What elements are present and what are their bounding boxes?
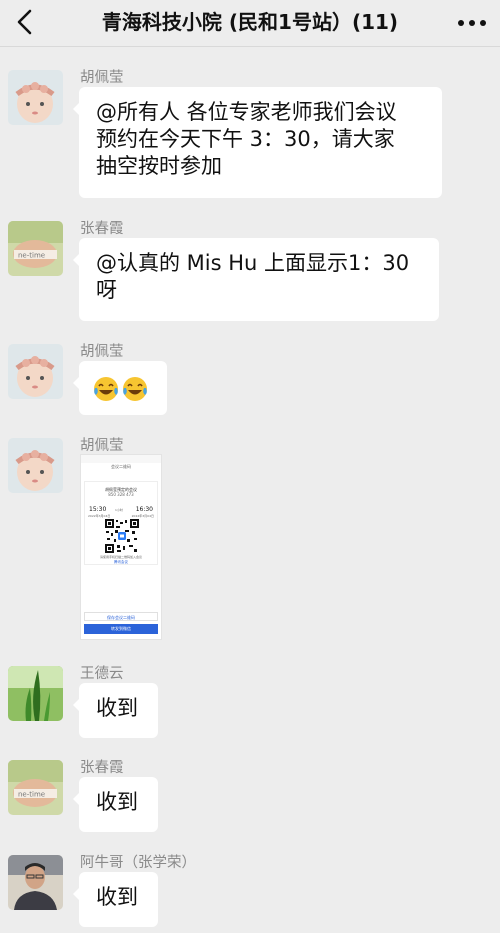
message-line: 收到 [96, 790, 138, 814]
avatar[interactable] [8, 855, 63, 910]
save-qr-button: 保存会议二维码 [84, 612, 158, 621]
qr-code-icon [105, 519, 139, 553]
image-message[interactable]: 会议二维码 胡佩莹预定的会议 850 328 473 15:30 16:30 1… [80, 454, 162, 640]
message-line: 抽空按时参加 [96, 154, 222, 178]
message-line: 收到 [96, 885, 138, 909]
sender-name: 胡佩莹 [80, 70, 124, 86]
chat-title: 青海科技小院 (民和1号站）(11) [101, 10, 399, 34]
message-line: @认真的 Mis Hu 上面显示1：30 [96, 251, 410, 275]
meeting-id: 850 328 473 [108, 492, 134, 497]
status-bar [81, 455, 161, 463]
duration: 1小时 [115, 508, 123, 512]
sender-name: 胡佩莹 [80, 438, 124, 454]
avatar[interactable]: ne-time [8, 221, 63, 276]
meeting-card: 胡佩莹预定的会议 850 328 473 15:30 16:30 1小时 202… [84, 481, 158, 565]
avatar[interactable] [8, 344, 63, 399]
end-time: 16:30 [135, 506, 153, 513]
avatar[interactable]: ne-time [8, 760, 63, 815]
text-bubble[interactable]: @认真的 Mis Hu 上面显示1：30 呀 [73, 238, 439, 321]
message-line: 预约在今天下午 3：30，请大家 [96, 127, 395, 151]
sender-name: 张春霞 [80, 760, 124, 776]
screenshot-title: 会议二维码 [111, 464, 131, 469]
start-time: 15:30 [89, 506, 107, 513]
sender-name: 王德云 [80, 666, 124, 682]
text-bubble[interactable]: 收到 [73, 683, 158, 738]
laughing-crying-face-icon [94, 377, 118, 401]
back-button[interactable] [8, 4, 42, 40]
text-bubble[interactable]: 收到 [73, 777, 158, 832]
chat-header: 青海科技小院 (民和1号站）(11) [0, 0, 500, 47]
chevron-left-icon [17, 9, 32, 35]
sender-name: 阿牛哥（张学荣） [80, 855, 196, 871]
laughing-crying-face-icon [123, 377, 147, 401]
message-line: 呀 [96, 278, 117, 302]
svg-text:ne-time: ne-time [18, 791, 45, 799]
message-line: 收到 [96, 696, 138, 720]
text-bubble[interactable]: @所有人 各位专家老师我们会议 预约在今天下午 3：30，请大家 抽空按时参加 [73, 87, 442, 198]
avatar[interactable] [8, 70, 63, 125]
sender-name: 胡佩莹 [80, 344, 124, 360]
svg-text:ne-time: ne-time [18, 252, 45, 260]
more-dots-icon [458, 20, 486, 26]
text-bubble[interactable]: 收到 [73, 872, 158, 927]
sender-name: 张春霞 [80, 221, 124, 237]
emoji-bubble[interactable] [73, 361, 167, 415]
share-button: 转发到微信 [84, 624, 158, 634]
message-line: @所有人 各位专家老师我们会议 [96, 100, 397, 124]
avatar[interactable] [8, 666, 63, 721]
more-button[interactable] [452, 6, 492, 40]
avatar[interactable] [8, 438, 63, 493]
brand-label: 腾讯会议 [114, 560, 128, 564]
